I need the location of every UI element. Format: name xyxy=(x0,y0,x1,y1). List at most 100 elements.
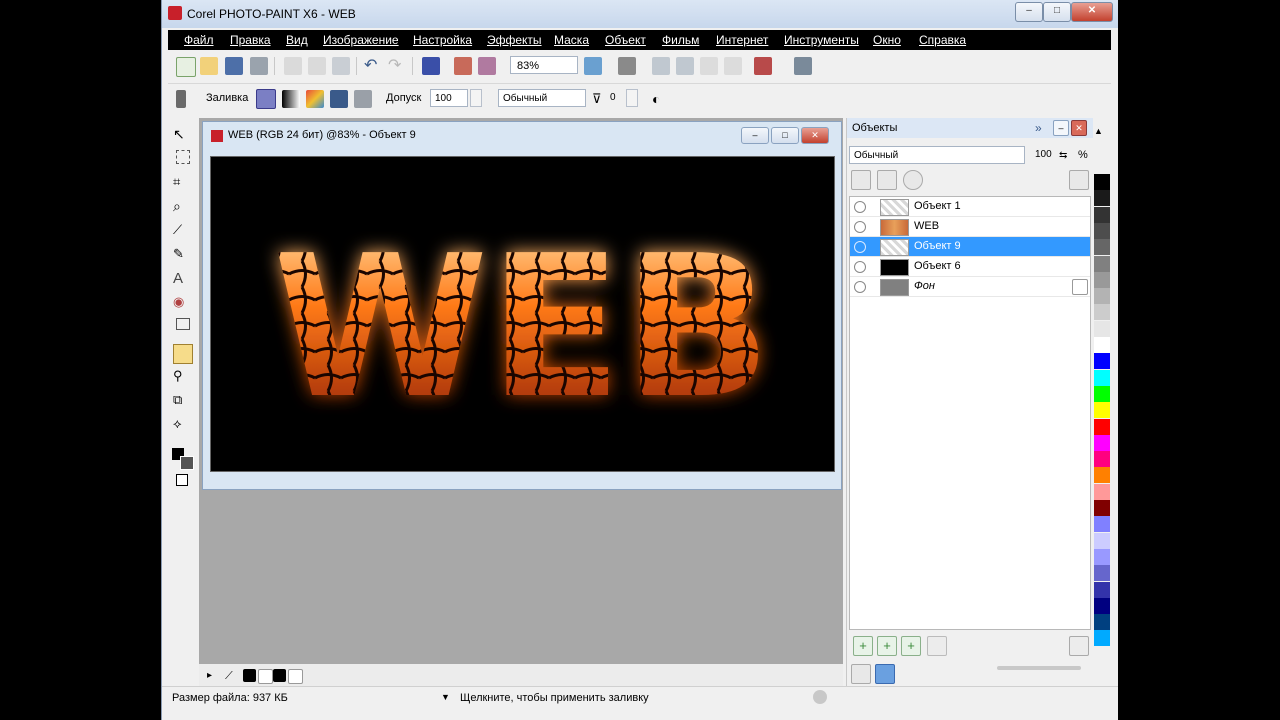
palette-swatch[interactable] xyxy=(1094,239,1110,256)
doc-maximize-button[interactable]: □ xyxy=(771,127,799,144)
color-swatch-black[interactable] xyxy=(243,669,256,682)
menu-effects[interactable]: Эффекты xyxy=(487,33,542,47)
palette-swatch[interactable] xyxy=(1094,451,1110,468)
layer-mode-icon[interactable] xyxy=(877,170,897,190)
layer-row-web[interactable]: WEB xyxy=(850,217,1090,237)
palette-swatch[interactable] xyxy=(1094,597,1110,614)
export-icon[interactable] xyxy=(454,57,472,75)
menu-movie[interactable]: Фильм xyxy=(662,33,699,47)
doc-close-button[interactable]: ✕ xyxy=(801,127,829,144)
menu-mask[interactable]: Маска xyxy=(554,33,589,47)
palette-scroll-up-icon[interactable]: ▲ xyxy=(1094,126,1112,144)
merge-icon[interactable] xyxy=(903,170,923,190)
menu-adjust[interactable]: Настройка xyxy=(413,33,472,47)
palette-swatch[interactable] xyxy=(1094,304,1110,321)
palette-swatch[interactable] xyxy=(1094,614,1110,631)
layer-row-object-6[interactable]: Объект 6 xyxy=(850,257,1090,277)
visibility-eye-icon[interactable] xyxy=(854,221,866,233)
menu-edit[interactable]: Правка xyxy=(230,33,271,47)
menu-file[interactable]: Файл xyxy=(184,33,214,47)
objects-blend-mode-select[interactable]: Обычный xyxy=(849,146,1025,164)
menu-tools[interactable]: Инструменты xyxy=(784,33,859,47)
status-dropdown-icon[interactable]: ▼ xyxy=(441,692,450,702)
palette-swatch[interactable] xyxy=(1094,320,1110,337)
doc-minimize-button[interactable]: – xyxy=(741,127,769,144)
palette-swatch[interactable] xyxy=(1094,369,1110,386)
menu-view[interactable]: Вид xyxy=(286,33,308,47)
uniform-fill-icon[interactable] xyxy=(256,89,276,109)
color-swatch-black-2[interactable] xyxy=(273,669,286,682)
lock-icon[interactable] xyxy=(851,170,871,190)
brush-tool-icon[interactable]: ⚲ xyxy=(173,368,191,386)
image-canvas[interactable]: WEB WEB xyxy=(210,156,835,472)
save-icon[interactable] xyxy=(225,57,243,75)
palette-swatch[interactable] xyxy=(1094,206,1110,223)
eyedropper-tool-icon[interactable]: ⟋ xyxy=(173,222,191,240)
import-icon[interactable] xyxy=(422,57,440,75)
new-lens-icon[interactable]: + xyxy=(877,636,897,656)
fill-options-icon[interactable] xyxy=(354,90,372,108)
background-lock-icon[interactable] xyxy=(1072,279,1088,295)
paste-icon[interactable] xyxy=(332,57,350,75)
objects-opacity-input[interactable]: 100 xyxy=(1031,146,1059,164)
palette-swatch[interactable] xyxy=(1094,288,1110,305)
red-eye-tool-icon[interactable]: ◉ xyxy=(173,294,191,312)
options-icon[interactable] xyxy=(794,57,812,75)
palette-swatch[interactable] xyxy=(1094,516,1110,533)
zoom-fit-icon[interactable] xyxy=(584,57,602,75)
visibility-eye-icon[interactable] xyxy=(854,241,866,253)
tolerance-spinner[interactable] xyxy=(470,89,482,107)
palette-swatch[interactable] xyxy=(1094,483,1110,500)
docker-tab-icon[interactable] xyxy=(851,664,871,684)
launcher-icon[interactable] xyxy=(754,57,772,75)
docker-minimize-button[interactable]: – xyxy=(1053,120,1069,136)
crop-tool-icon[interactable]: ⌗ xyxy=(173,174,191,192)
cut-icon[interactable] xyxy=(284,57,302,75)
undo-icon[interactable]: ↶ xyxy=(364,57,382,75)
bitmap-fill-icon[interactable] xyxy=(306,90,324,108)
visibility-eye-icon[interactable] xyxy=(854,281,866,293)
effect-tool-icon[interactable]: ⧉ xyxy=(173,392,191,410)
blend-mode-select[interactable]: Обычный xyxy=(498,89,586,107)
delete-object-icon[interactable] xyxy=(1069,636,1089,656)
open-folder-icon[interactable] xyxy=(200,57,218,75)
zoom-tool-icon[interactable]: ⌕ xyxy=(173,198,191,216)
new-clip-mask-icon[interactable]: + xyxy=(901,636,921,656)
palette-swatch[interactable] xyxy=(1094,418,1110,435)
text-tool-icon[interactable]: A xyxy=(173,270,191,288)
color-swatch-white-2[interactable] xyxy=(288,669,303,684)
transparency-spinner[interactable] xyxy=(626,89,638,107)
minimize-button[interactable]: – xyxy=(1015,2,1043,22)
mask-view-icon[interactable] xyxy=(652,57,670,75)
menu-window[interactable]: Окно xyxy=(873,33,901,47)
print-icon[interactable] xyxy=(250,57,268,75)
brush-settings-icon[interactable] xyxy=(618,57,636,75)
menu-object[interactable]: Объект xyxy=(605,33,646,47)
transparency-input[interactable]: 0 xyxy=(606,89,624,107)
color-swatch-white[interactable] xyxy=(258,669,273,684)
palette-swatch[interactable] xyxy=(1094,548,1110,565)
mask-overlay-icon[interactable] xyxy=(676,57,694,75)
eraser-tool-icon[interactable]: ✎ xyxy=(173,246,191,264)
fountain-fill-icon[interactable] xyxy=(282,90,300,108)
palette-swatch[interactable] xyxy=(1094,337,1110,353)
copy-icon[interactable] xyxy=(308,57,326,75)
palette-swatch[interactable] xyxy=(1094,434,1110,451)
eyedropper-icon[interactable]: ⟋ xyxy=(225,667,243,685)
export-web-icon[interactable] xyxy=(478,57,496,75)
close-button[interactable]: ✕ xyxy=(1071,2,1113,22)
docker-close-button[interactable]: ✕ xyxy=(1071,120,1087,136)
zoom-level-select[interactable]: 83% xyxy=(510,56,578,74)
palette-swatch[interactable] xyxy=(1094,402,1110,419)
docker-tab-active-icon[interactable] xyxy=(875,664,895,684)
play-icon[interactable]: ▸ xyxy=(207,667,225,685)
palette-swatch[interactable] xyxy=(1094,222,1110,239)
palette-swatch[interactable] xyxy=(1094,174,1110,190)
expand-arrows-icon[interactable]: » xyxy=(1035,119,1053,137)
fill-tool-icon[interactable] xyxy=(173,344,193,364)
menu-help[interactable]: Справка xyxy=(919,33,966,47)
palette-swatch[interactable] xyxy=(1094,353,1110,370)
create-mask-icon[interactable] xyxy=(927,636,947,656)
menu-web[interactable]: Интернет xyxy=(716,33,768,47)
layer-row-object-1[interactable]: Объект 1 xyxy=(850,197,1090,217)
